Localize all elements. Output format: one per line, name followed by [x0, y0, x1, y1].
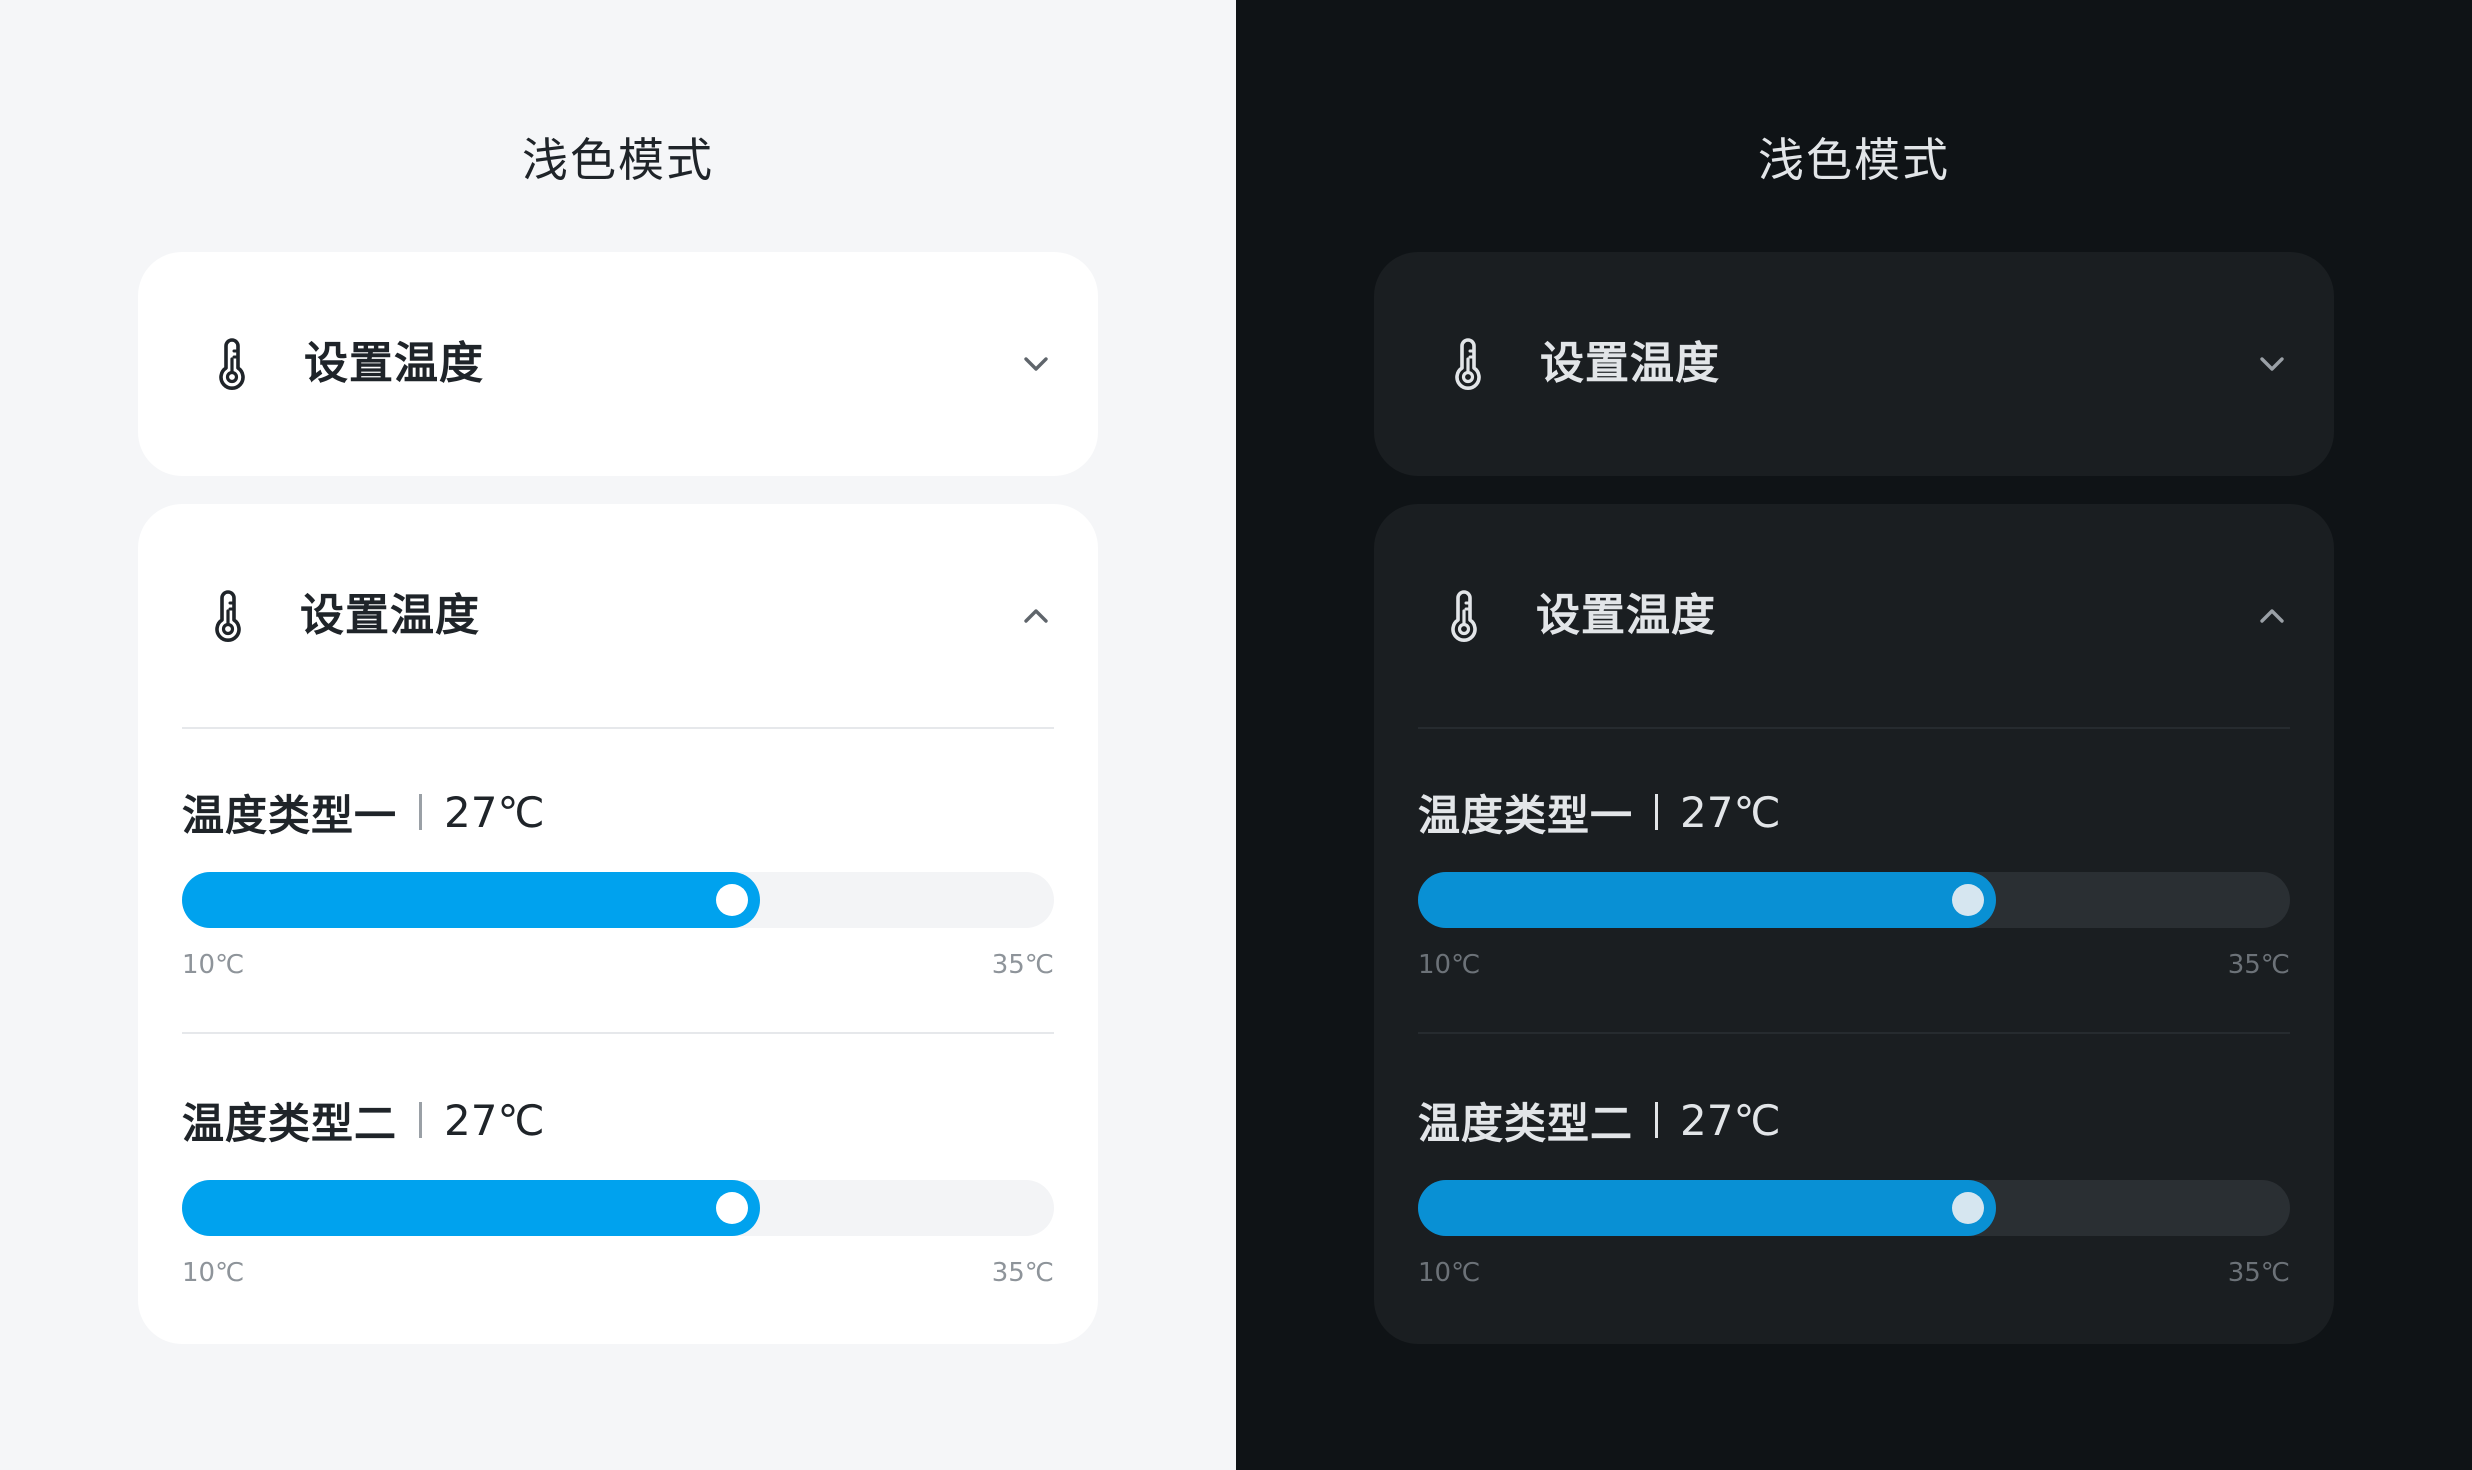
slider-label: 温度类型二 [1418, 1098, 1634, 1148]
dark-mode-panel: 浅色模式 设置温度 设置温度 温度类型一 27℃ 10℃ 35℃ 温度类型二 2… [1236, 0, 2472, 1470]
slider-max-label: 35℃ [991, 1258, 1054, 1288]
thermometer-icon [215, 590, 241, 642]
chevron-down-icon[interactable] [1016, 344, 1056, 384]
panel-title: 浅色模式 [522, 133, 714, 187]
separator [1655, 1102, 1659, 1138]
thermometer-icon [1451, 590, 1477, 642]
chevron-down-icon[interactable] [2252, 344, 2292, 384]
slider-min-label: 10℃ [182, 1258, 245, 1288]
card-title: 设置温度 [1536, 590, 1716, 641]
slider-label: 温度类型一 [1418, 790, 1634, 840]
thermometer-icon [1455, 338, 1481, 390]
slider-min-label: 10℃ [182, 950, 245, 980]
separator [419, 794, 423, 830]
card-header-toggle[interactable]: 设置温度 [1374, 252, 2334, 476]
thermometer-icon [219, 338, 245, 390]
chevron-up-icon[interactable] [2252, 596, 2292, 636]
slider-value: 27℃ [1680, 1095, 1781, 1145]
slider-label-row: 温度类型一 27℃ [182, 780, 545, 844]
slider-label-row: 温度类型二 27℃ [1418, 1088, 1781, 1152]
slider-min-label: 10℃ [1418, 1258, 1481, 1288]
slider-thumb[interactable] [716, 884, 748, 916]
temperature-slider-1: 温度类型一 27℃ 10℃ 35℃ [182, 780, 1054, 1010]
slider-value: 27℃ [444, 1095, 545, 1145]
slider-thumb[interactable] [716, 1192, 748, 1224]
slider-label-row: 温度类型一 27℃ [1418, 780, 1781, 844]
separator [1655, 794, 1659, 830]
slider-max-label: 35℃ [2227, 1258, 2290, 1288]
divider [1418, 1032, 2290, 1034]
card-header-toggle[interactable]: 设置温度 [138, 504, 1098, 728]
light-mode-panel: 浅色模式 设置温度 设置温度 温度类型一 27℃ 10℃ 35℃ 温度类型二 2… [0, 0, 1236, 1470]
slider-thumb[interactable] [1952, 884, 1984, 916]
separator [419, 1102, 423, 1138]
page: 浅色模式 设置温度 设置温度 温度类型一 27℃ 10℃ 35℃ 温度类型二 2… [0, 0, 2472, 1470]
slider-fill [1418, 872, 1996, 928]
slider-value: 27℃ [1680, 787, 1781, 837]
card-title: 设置温度 [1540, 338, 1720, 389]
slider-track[interactable] [1418, 872, 2290, 928]
slider-fill [1418, 1180, 1996, 1236]
slider-label: 温度类型二 [182, 1098, 398, 1148]
slider-track[interactable] [182, 1180, 1054, 1236]
slider-label: 温度类型一 [182, 790, 398, 840]
panel-title: 浅色模式 [1758, 133, 1950, 187]
slider-track[interactable] [1418, 1180, 2290, 1236]
slider-fill [182, 1180, 760, 1236]
temperature-card-expanded: 设置温度 温度类型一 27℃ 10℃ 35℃ 温度类型二 27℃ 10℃ 35℃ [138, 504, 1098, 1344]
slider-track[interactable] [182, 872, 1054, 928]
slider-label-row: 温度类型二 27℃ [182, 1088, 545, 1152]
temperature-slider-2: 温度类型二 27℃ 10℃ 35℃ [182, 1088, 1054, 1318]
temperature-card-collapsed: 设置温度 [1374, 252, 2334, 476]
temperature-card-expanded: 设置温度 温度类型一 27℃ 10℃ 35℃ 温度类型二 27℃ 10℃ 35℃ [1374, 504, 2334, 1344]
temperature-card-collapsed: 设置温度 [138, 252, 1098, 476]
slider-max-label: 35℃ [2227, 950, 2290, 980]
chevron-up-icon[interactable] [1016, 596, 1056, 636]
divider [182, 1032, 1054, 1034]
slider-value: 27℃ [444, 787, 545, 837]
divider [1418, 727, 2290, 729]
slider-thumb[interactable] [1952, 1192, 1984, 1224]
slider-min-label: 10℃ [1418, 950, 1481, 980]
slider-fill [182, 872, 760, 928]
temperature-slider-1: 温度类型一 27℃ 10℃ 35℃ [1418, 780, 2290, 1010]
card-title: 设置温度 [304, 338, 484, 389]
slider-max-label: 35℃ [991, 950, 1054, 980]
divider [182, 727, 1054, 729]
card-header-toggle[interactable]: 设置温度 [138, 252, 1098, 476]
card-header-toggle[interactable]: 设置温度 [1374, 504, 2334, 728]
card-title: 设置温度 [300, 590, 480, 641]
temperature-slider-2: 温度类型二 27℃ 10℃ 35℃ [1418, 1088, 2290, 1318]
